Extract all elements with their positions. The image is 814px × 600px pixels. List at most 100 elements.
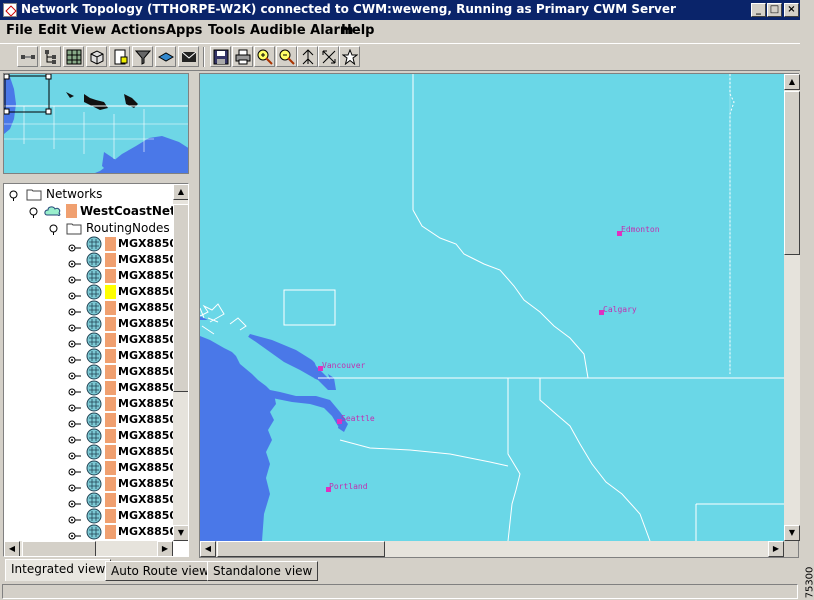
tree-node-item[interactable]: MGX8850 <box>4 332 173 348</box>
scroll-right-button[interactable]: ▶ <box>768 541 784 557</box>
city-label-calgary: Calgary <box>603 305 637 314</box>
scroll-thumb[interactable] <box>22 541 96 556</box>
tab-standalone-view[interactable]: Standalone view <box>207 561 319 581</box>
tree-node-item[interactable]: MGX8850 <box>4 364 173 380</box>
zoom-in-button[interactable] <box>254 46 275 67</box>
tree-node-item[interactable]: MGX8850 <box>4 396 173 412</box>
tree-item-label: MGX8850 <box>118 509 173 522</box>
tree-node-item[interactable]: MGX8850 <box>4 300 173 316</box>
tree-node-item[interactable]: MGX8850 <box>4 508 173 524</box>
tree-item-networks[interactable]: Networks <box>4 186 173 202</box>
tree-item-network[interactable]: WestCoastNet <box>4 203 173 219</box>
fit-button[interactable] <box>318 46 339 67</box>
tree-node-item[interactable]: MGX8850 <box>4 428 173 444</box>
switch-node-icon <box>86 428 102 444</box>
zoom-out-button[interactable] <box>276 46 297 67</box>
menu-edit[interactable]: Edit <box>38 23 67 38</box>
menu-help[interactable]: Help <box>341 23 374 38</box>
tree-node-item[interactable]: MGX8850 <box>4 412 173 428</box>
menu-tools[interactable]: Tools <box>208 23 245 38</box>
tree-button[interactable] <box>40 46 61 67</box>
tree-node-item[interactable]: MGX8850 <box>4 380 173 396</box>
menu-file[interactable]: File <box>6 23 33 38</box>
print-icon <box>235 49 250 64</box>
tree-node-item[interactable]: MGX8850 <box>4 236 173 252</box>
tree-node-item[interactable]: MGX8850 <box>4 524 173 540</box>
title-bar[interactable]: Network Topology (TTHORPE-W2K) connected… <box>0 0 800 20</box>
layout-button[interactable] <box>297 46 318 67</box>
menu-audible-alarm[interactable]: Audible Alarm <box>250 23 353 38</box>
expand-toggle-icon[interactable] <box>28 206 39 218</box>
figure-number: 75300 <box>802 567 814 599</box>
tree-item-routing-nodes[interactable]: RoutingNodes <box>4 220 173 236</box>
link-icon <box>68 272 82 284</box>
status-chip <box>105 429 116 443</box>
tree-item-label: MGX8850 <box>118 285 173 298</box>
tree-node-item[interactable]: MGX8850 <box>4 492 173 508</box>
topology-map[interactable]: Edmonton Calgary Vancouver Seattle Portl… <box>200 74 784 541</box>
menu-actions[interactable]: Actions <box>111 23 165 38</box>
print-button[interactable] <box>232 46 253 67</box>
link-icon <box>68 480 82 492</box>
overview-map[interactable] <box>3 73 189 174</box>
expand-toggle-icon[interactable] <box>48 223 59 235</box>
tree-node-item[interactable]: MGX8850 <box>4 284 173 300</box>
tree-horizontal-scrollbar[interactable]: ◀ ▶ <box>4 541 173 556</box>
status-chip <box>105 237 116 251</box>
close-button[interactable]: × <box>784 3 799 17</box>
layer-button[interactable] <box>155 46 176 67</box>
tab-integrated-view[interactable]: Integrated view <box>5 559 112 581</box>
tree-node-item[interactable]: MGX8850 <box>4 252 173 268</box>
scroll-right-button[interactable]: ▶ <box>157 541 173 556</box>
toolbar-separator <box>203 47 205 67</box>
network-tree[interactable]: Networks WestCoastNet RoutingNodes MGX8850 M… <box>3 183 189 557</box>
star-button[interactable] <box>339 46 360 67</box>
scroll-up-button[interactable]: ▲ <box>173 184 188 200</box>
scroll-left-button[interactable]: ◀ <box>4 541 20 556</box>
switch-node-icon <box>86 412 102 428</box>
expand-toggle-icon[interactable] <box>8 189 19 201</box>
menu-apps[interactable]: Apps <box>166 23 202 38</box>
tree-node-item[interactable]: MGX8850 <box>4 316 173 332</box>
minimize-button[interactable]: _ <box>751 3 766 17</box>
scroll-thumb[interactable] <box>784 91 800 255</box>
map-vertical-scrollbar[interactable]: ▲ ▼ <box>784 74 800 541</box>
node-button[interactable] <box>17 46 38 67</box>
tree-node-item[interactable]: MGX8850 <box>4 444 173 460</box>
box-button[interactable] <box>86 46 107 67</box>
maximize-button[interactable]: □ <box>767 3 782 17</box>
link-icon <box>68 352 82 364</box>
star-icon <box>341 48 358 65</box>
save-button[interactable] <box>210 46 231 67</box>
menu-view[interactable]: View <box>71 23 106 38</box>
scroll-up-button[interactable]: ▲ <box>784 74 800 90</box>
switch-node-icon <box>86 316 102 332</box>
status-chip <box>105 525 116 539</box>
tree-node-item[interactable]: MGX8850 <box>4 268 173 284</box>
arrow-down-icon: ▼ <box>177 528 185 537</box>
tree-node-item[interactable]: MGX8850 <box>4 348 173 364</box>
envelope-button[interactable] <box>178 46 199 67</box>
tree-node-item[interactable]: MGX8850 <box>4 460 173 476</box>
scroll-down-button[interactable]: ▼ <box>173 525 188 541</box>
link-icon <box>68 304 82 316</box>
document-button[interactable] <box>109 46 130 67</box>
switch-node-icon <box>86 348 102 364</box>
tab-auto-route-view[interactable]: Auto Route view <box>105 561 215 581</box>
box-icon <box>90 49 103 65</box>
scroll-left-button[interactable]: ◀ <box>200 541 216 557</box>
scroll-thumb[interactable] <box>173 204 188 392</box>
folder-icon <box>26 186 42 202</box>
filter-button[interactable] <box>132 46 153 67</box>
tree-node-item[interactable]: MGX8850 <box>4 476 173 492</box>
scroll-down-button[interactable]: ▼ <box>784 525 800 541</box>
node-icon <box>20 54 35 59</box>
status-chip <box>105 461 116 475</box>
map-horizontal-scrollbar[interactable]: ◀ ▶ <box>200 541 784 557</box>
link-icon <box>68 288 82 300</box>
tree-vertical-scrollbar[interactable]: ▲ ▼ <box>173 184 188 541</box>
switch-node-icon <box>86 444 102 460</box>
scroll-thumb[interactable] <box>217 541 385 557</box>
grid-button[interactable] <box>63 46 84 67</box>
tree-item-label: MGX8850 <box>118 333 173 346</box>
